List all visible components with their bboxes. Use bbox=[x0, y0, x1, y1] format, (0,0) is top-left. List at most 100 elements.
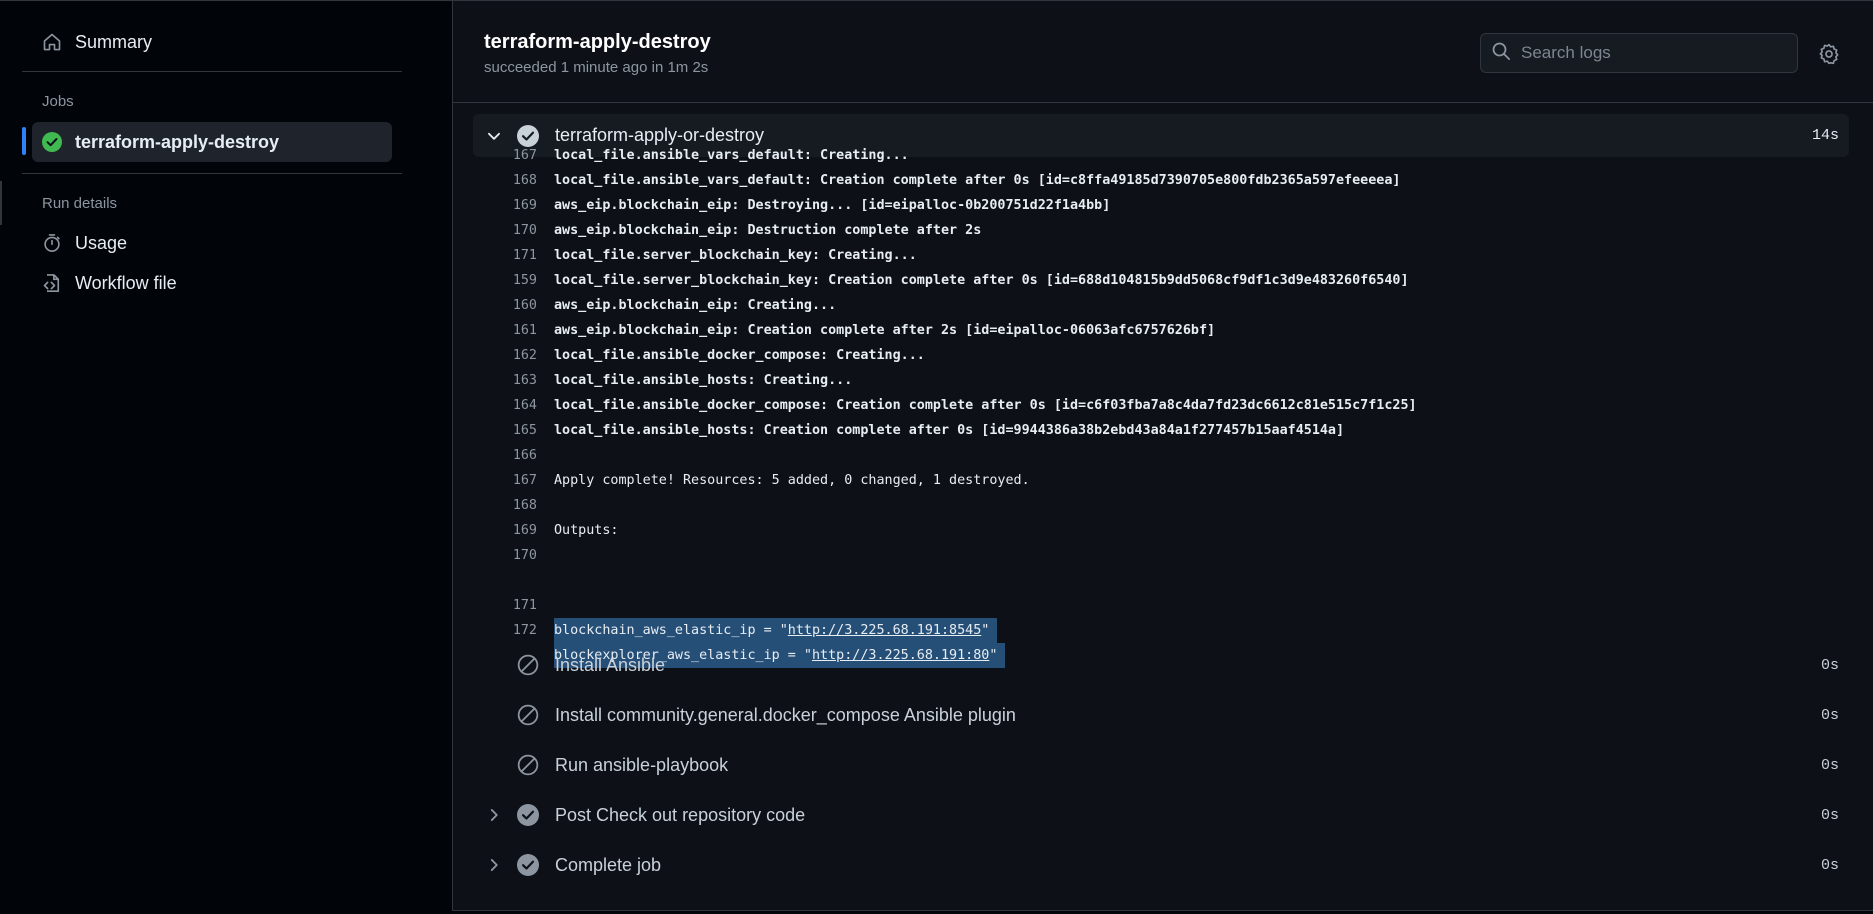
log-line: 166 bbox=[453, 443, 1873, 468]
step-name: Install Ansible bbox=[555, 655, 666, 675]
log-line: 169 Outputs: bbox=[453, 518, 1873, 543]
edge-marker bbox=[0, 181, 2, 225]
chevron-right-icon[interactable] bbox=[485, 806, 503, 824]
log-line: 171 local_file.server_blockchain_key: Cre… bbox=[453, 243, 1873, 268]
step-duration: 0s bbox=[1820, 707, 1839, 724]
sidebar-item-usage[interactable]: Usage bbox=[32, 223, 392, 263]
skipped-icon bbox=[517, 704, 539, 726]
step-duration: 0s bbox=[1820, 857, 1839, 874]
log-text: local_file.server_blockchain_key: Creati… bbox=[554, 273, 1409, 288]
chevron-right-icon[interactable] bbox=[485, 856, 503, 874]
step-duration: 0s bbox=[1820, 657, 1839, 674]
job-header: terraform-apply-destroy succeeded 1 minu… bbox=[453, 1, 1873, 103]
log-text: local_file.ansible_hosts: Creating... bbox=[554, 373, 853, 388]
log-text: aws_eip.blockchain_eip: Creation complet… bbox=[554, 323, 1216, 338]
line-number[interactable]: 172 bbox=[477, 618, 537, 643]
log-text: local_file.server_blockchain_key: Creati… bbox=[554, 248, 917, 263]
selected-log-text: blockchain_aws_elastic_ip = "http://3.22… bbox=[554, 618, 998, 643]
log-line: 168 bbox=[453, 493, 1873, 518]
line-number[interactable]: 168 bbox=[477, 168, 537, 193]
step-row[interactable]: Install Ansible 0s bbox=[473, 643, 1849, 687]
skipped-icon bbox=[517, 754, 539, 776]
output-quote: " bbox=[981, 623, 990, 638]
log-text: local_file.ansible_vars_default: Creatin… bbox=[554, 148, 909, 163]
log-line: 169 aws_eip.blockchain_eip: Destroying...… bbox=[453, 193, 1873, 218]
sidebar-item-job[interactable]: terraform-apply-destroy bbox=[32, 122, 392, 162]
sidebar-item-summary[interactable]: Summary bbox=[32, 22, 392, 62]
log-text: Outputs: bbox=[554, 523, 619, 538]
log-line: 163 local_file.ansible_hosts: Creating... bbox=[453, 368, 1873, 393]
job-log-panel: terraform-apply-destroy succeeded 1 minu… bbox=[452, 0, 1873, 911]
log-text: local_file.ansible_docker_compose: Creat… bbox=[554, 398, 1417, 413]
step-success-icon bbox=[517, 804, 539, 826]
log-text: local_file.ansible_hosts: Creation compl… bbox=[554, 423, 1345, 438]
sidebar-item-label: terraform-apply-destroy bbox=[75, 131, 280, 152]
line-number[interactable]: 166 bbox=[477, 443, 537, 468]
step-row[interactable]: Complete job 0s bbox=[473, 843, 1849, 887]
line-number[interactable]: 161 bbox=[477, 318, 537, 343]
line-number[interactable]: 165 bbox=[477, 418, 537, 443]
sidebar-item-label: Workflow file bbox=[75, 272, 177, 293]
home-icon bbox=[41, 31, 63, 53]
divider bbox=[22, 173, 402, 174]
log-line-output: 172 blockexplorer_aws_elastic_ip = "http… bbox=[453, 593, 1873, 668]
line-number[interactable]: 162 bbox=[477, 343, 537, 368]
line-number[interactable]: 163 bbox=[477, 368, 537, 393]
line-number[interactable]: 167 bbox=[477, 143, 537, 168]
log-line: 159 local_file.server_blockchain_key: Cre… bbox=[453, 268, 1873, 293]
step-name: Run ansible-playbook bbox=[555, 755, 729, 775]
skipped-icon bbox=[517, 654, 539, 676]
line-number[interactable]: 171 bbox=[477, 243, 537, 268]
line-number[interactable]: 159 bbox=[477, 268, 537, 293]
log-line: 162 local_file.ansible_docker_compose: Cr… bbox=[453, 343, 1873, 368]
gear-icon[interactable] bbox=[1818, 43, 1840, 65]
sidebar: Summary Jobs terraform-apply-destroy Run… bbox=[0, 0, 452, 914]
line-number[interactable]: 168 bbox=[477, 493, 537, 518]
log-line: 170 bbox=[453, 543, 1873, 568]
jobs-heading: Jobs bbox=[42, 93, 74, 110]
log-line: 165 local_file.ansible_hosts: Creation co… bbox=[453, 418, 1873, 443]
line-number[interactable]: 170 bbox=[477, 543, 537, 568]
line-number[interactable]: 170 bbox=[477, 218, 537, 243]
line-number[interactable]: 167 bbox=[477, 468, 537, 493]
run-status: succeeded 1 minute ago in 1m 2s bbox=[484, 59, 709, 76]
page-title: terraform-apply-destroy bbox=[484, 31, 711, 53]
step-name: Complete job bbox=[555, 855, 662, 875]
log-text: local_file.ansible_docker_compose: Creat… bbox=[554, 348, 925, 363]
log-text: Apply complete! Resources: 5 added, 0 ch… bbox=[554, 473, 1030, 488]
step-row[interactable]: Install community.general.docker_compose… bbox=[473, 693, 1849, 737]
line-number[interactable]: 169 bbox=[477, 193, 537, 218]
log-line: 161 aws_eip.blockchain_eip: Creation comp… bbox=[453, 318, 1873, 343]
step-duration: 0s bbox=[1820, 757, 1839, 774]
log-text: aws_eip.blockchain_eip: Destruction comp… bbox=[554, 223, 982, 238]
search-input[interactable] bbox=[1521, 43, 1781, 63]
sidebar-item-label: Summary bbox=[75, 31, 153, 52]
active-indicator bbox=[22, 127, 26, 155]
search-box[interactable] bbox=[1480, 33, 1798, 73]
log-line: 168 local_file.ansible_vars_default: Crea… bbox=[453, 168, 1873, 193]
success-check-icon bbox=[41, 131, 63, 153]
run-details-heading: Run details bbox=[42, 195, 118, 212]
log-line: 167 Apply complete! Resources: 5 added, 0… bbox=[453, 468, 1873, 493]
step-success-icon bbox=[517, 854, 539, 876]
log-line: 170 aws_eip.blockchain_eip: Destruction c… bbox=[453, 218, 1873, 243]
stopwatch-icon bbox=[41, 232, 63, 254]
sidebar-item-workflow-file[interactable]: Workflow file bbox=[32, 263, 392, 303]
divider bbox=[22, 71, 402, 72]
log-line-output: 171 blockchain_aws_elastic_ip = "http://… bbox=[453, 568, 1873, 643]
line-number[interactable]: 160 bbox=[477, 293, 537, 318]
log-line: 167 local_file.ansible_vars_default: Crea… bbox=[453, 143, 1873, 168]
log-line: 164 local_file.ansible_docker_compose: Cr… bbox=[453, 393, 1873, 418]
step-duration: 0s bbox=[1820, 807, 1839, 824]
log-text: aws_eip.blockchain_eip: Creating... bbox=[554, 298, 837, 313]
log-text: aws_eip.blockchain_eip: Destroying... [i… bbox=[554, 198, 1111, 213]
step-row[interactable]: Post Check out repository code 0s bbox=[473, 793, 1849, 837]
line-number[interactable]: 164 bbox=[477, 393, 537, 418]
step-duration: 14s bbox=[1811, 127, 1839, 144]
file-code-icon bbox=[41, 272, 63, 294]
output-url-link[interactable]: http://3.225.68.191:8545 bbox=[788, 623, 981, 638]
step-name: Post Check out repository code bbox=[555, 805, 806, 825]
line-number[interactable]: 169 bbox=[477, 518, 537, 543]
step-row[interactable]: Run ansible-playbook 0s bbox=[473, 743, 1849, 787]
search-icon bbox=[1491, 41, 1511, 66]
